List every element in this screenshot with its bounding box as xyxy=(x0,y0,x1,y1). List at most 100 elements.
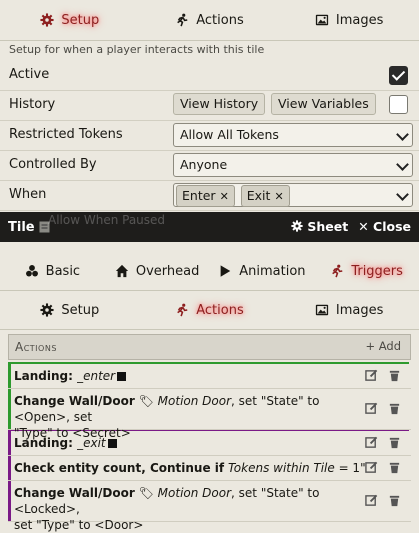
subtab-actions-label: Actions xyxy=(196,302,244,318)
action-detail: = 1" xyxy=(334,461,366,475)
action-text: Check entity count, Continue if Tokens w… xyxy=(14,460,366,476)
action-text: Change Wall/Door 🏷 Motion Door, set "Sta… xyxy=(14,485,364,533)
subtab-images[interactable]: Images xyxy=(279,303,419,318)
config-tabs: Setup Actions Images xyxy=(0,0,419,41)
restricted-select[interactable]: Allow All Tokens xyxy=(173,123,413,147)
tab-triggers[interactable]: Triggers xyxy=(314,264,419,279)
history-label: History xyxy=(9,97,56,112)
close-icon[interactable]: ✕ xyxy=(220,190,229,203)
trigger-config-window: Setup Actions Images Setup for when a pl… xyxy=(0,0,419,212)
edit-icon[interactable] xyxy=(365,369,378,382)
history-checkbox[interactable] xyxy=(389,95,408,114)
controlled-row: Controlled By Anyone xyxy=(0,150,419,181)
trash-icon[interactable] xyxy=(388,494,401,507)
subtab-setup-label: Setup xyxy=(61,302,100,318)
when-label: When xyxy=(9,187,47,202)
when-select[interactable]: Enter ✕ Exit ✕ xyxy=(173,183,413,207)
tab-setup-label: Setup xyxy=(61,12,100,28)
action-row[interactable]: Landing: _enter xyxy=(8,364,411,389)
close-icon: ✕ xyxy=(358,219,369,234)
action-title: Change Wall/Door xyxy=(14,394,135,408)
close-icon[interactable]: ✕ xyxy=(274,190,283,203)
action-title: Check entity count, Continue if xyxy=(14,461,225,475)
allow-paused-label: Allow When Paused xyxy=(48,213,166,227)
edit-icon[interactable] xyxy=(365,494,378,507)
active-label: Active xyxy=(9,67,50,82)
action-entity: Tokens within Tile xyxy=(227,461,335,475)
landing-name: _enter xyxy=(77,369,116,383)
action-title: Change Wall/Door xyxy=(14,486,135,500)
tag-icon: 🏷 xyxy=(138,394,154,408)
sheet-tabs: Basic Overhead Animation Triggers xyxy=(0,252,419,291)
subtab-setup[interactable]: Setup xyxy=(0,303,140,318)
tab-images-label: Images xyxy=(335,12,384,28)
gear-icon xyxy=(40,303,54,317)
view-variables-button[interactable]: View Variables xyxy=(271,93,376,115)
tab-basic[interactable]: Basic xyxy=(0,264,105,279)
landing-label: Landing: xyxy=(14,436,78,450)
tab-images[interactable]: Images xyxy=(279,13,419,28)
controlled-select[interactable]: Anyone xyxy=(173,153,413,177)
when-chip-exit[interactable]: Exit ✕ xyxy=(240,185,290,207)
sheet-button[interactable]: Sheet xyxy=(291,219,348,234)
window-title: Tile xyxy=(8,219,35,235)
tab-actions-label: Actions xyxy=(196,12,244,28)
tab-overhead[interactable]: Overhead xyxy=(105,264,210,279)
tag-icon: 🏷 xyxy=(138,486,154,500)
active-row: Active xyxy=(0,60,419,91)
landing-label: Landing: xyxy=(14,369,78,383)
image-icon xyxy=(315,304,329,316)
view-history-button[interactable]: View History xyxy=(173,93,266,115)
when-row: When Enter ✕ Exit ✕ xyxy=(0,180,419,211)
when-chip-enter[interactable]: Enter ✕ xyxy=(176,185,235,207)
trash-icon[interactable] xyxy=(388,436,401,449)
close-button[interactable]: ✕ Close xyxy=(358,219,411,234)
trash-icon[interactable] xyxy=(388,461,401,474)
action-text: Landing: _enter xyxy=(14,368,127,384)
controlled-value: Anyone xyxy=(180,157,228,172)
edit-icon[interactable] xyxy=(365,402,378,415)
home-icon xyxy=(115,264,128,278)
tab-basic-label: Basic xyxy=(45,263,81,279)
running-icon xyxy=(177,303,188,317)
gear-icon xyxy=(40,13,54,27)
landing-name: _exit xyxy=(77,436,106,450)
active-checkbox[interactable] xyxy=(389,66,408,85)
action-row[interactable]: Landing: _exit xyxy=(8,431,411,456)
chip-label: Enter xyxy=(182,188,216,203)
add-action-button[interactable]: + Add xyxy=(365,339,401,353)
action-row[interactable]: Check entity count, Continue if Tokens w… xyxy=(8,456,411,481)
action-entity: Motion Door xyxy=(157,394,232,408)
tab-overhead-label: Overhead xyxy=(135,263,200,279)
stop-icon xyxy=(117,372,127,381)
play-icon xyxy=(220,265,231,277)
controlled-label: Controlled By xyxy=(9,157,97,172)
tab-triggers-label: Triggers xyxy=(351,263,403,279)
setup-hint: Setup for when a player interacts with t… xyxy=(9,43,265,56)
action-row[interactable]: Change Wall/Door 🏷 Motion Door, set "Sta… xyxy=(8,389,411,440)
chip-label: Exit xyxy=(246,188,271,203)
close-label: Close xyxy=(373,219,411,234)
action-entity: Motion Door xyxy=(157,486,232,500)
edit-icon[interactable] xyxy=(365,436,378,449)
subtab-actions[interactable]: Actions xyxy=(140,303,280,318)
subtab-images-label: Images xyxy=(335,302,384,318)
tab-animation-label: Animation xyxy=(239,263,306,279)
action-row[interactable]: Change Wall/Door 🏷 Motion Door, set "Sta… xyxy=(8,481,411,532)
running-icon xyxy=(177,13,188,27)
action-text: Landing: _exit xyxy=(14,435,117,451)
tab-setup[interactable]: Setup xyxy=(0,13,140,28)
trash-icon[interactable] xyxy=(388,369,401,382)
tab-actions[interactable]: Actions xyxy=(140,13,280,28)
cubes-icon xyxy=(25,265,38,277)
tab-animation[interactable]: Animation xyxy=(210,264,315,279)
trigger-sub-tabs: Setup Actions Images xyxy=(0,291,419,330)
stop-icon xyxy=(107,439,117,448)
gear-icon xyxy=(291,220,303,232)
actions-header-title: Actions xyxy=(15,340,57,354)
chevron-down-icon xyxy=(396,158,409,171)
edit-icon[interactable] xyxy=(365,461,378,474)
restricted-row: Restricted Tokens Allow All Tokens xyxy=(0,120,419,151)
trash-icon[interactable] xyxy=(388,402,401,415)
running-icon xyxy=(332,264,343,278)
